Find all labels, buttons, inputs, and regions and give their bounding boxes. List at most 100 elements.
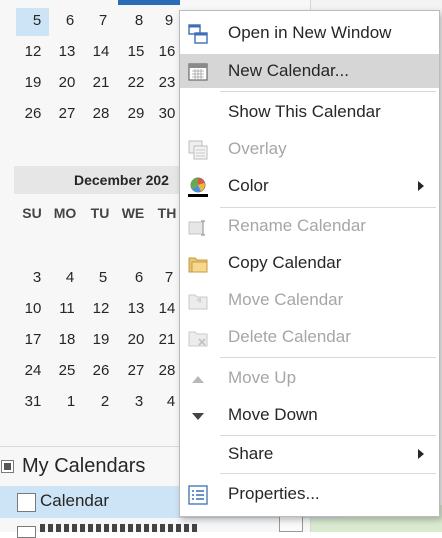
date-cell[interactable]: 6 <box>57 11 83 31</box>
date-cell[interactable]: 27 <box>54 104 80 124</box>
menu-item-label: Show This Calendar <box>228 102 381 121</box>
menu-item-label: Color <box>228 176 269 195</box>
weekday-header: TU <box>90 205 110 221</box>
menu-item-move-calendar[interactable]: Move Calendar <box>180 283 439 317</box>
date-cell[interactable]: 14 <box>154 299 180 319</box>
date-cell[interactable]: 7 <box>90 11 116 31</box>
weekday-header: WE <box>121 205 145 221</box>
date-cell[interactable]: 11 <box>54 299 80 319</box>
date-cell[interactable]: 13 <box>123 299 149 319</box>
date-cell[interactable]: 5 <box>24 11 50 31</box>
date-cell[interactable]: 16 <box>154 42 180 62</box>
menu-item-open-in-new-window[interactable]: Open in New Window <box>180 16 439 50</box>
date-cell[interactable]: 19 <box>20 73 46 93</box>
date-cell[interactable]: 6 <box>126 268 152 288</box>
date-cell[interactable]: 5 <box>90 268 116 288</box>
copy-folder-icon <box>188 257 208 273</box>
menu-item-properties[interactable]: Properties... <box>180 477 439 511</box>
menu-item-share[interactable]: Share <box>180 437 439 471</box>
menu-separator <box>220 91 436 92</box>
date-cell[interactable]: 3 <box>24 268 50 288</box>
submenu-arrow-icon <box>418 181 424 191</box>
menu-separator <box>220 207 436 208</box>
menu-item-label: Move Calendar <box>228 290 344 309</box>
menu-item-copy-calendar[interactable]: Copy Calendar <box>180 246 439 280</box>
collapse-toggle-icon[interactable] <box>1 460 14 473</box>
date-cell[interactable]: 22 <box>123 73 149 93</box>
open-new-window-icon <box>188 24 208 44</box>
date-cell[interactable]: 23 <box>154 73 180 93</box>
date-cell[interactable]: 28 <box>154 361 180 381</box>
date-cell[interactable]: 13 <box>54 42 80 62</box>
date-cell[interactable]: 3 <box>126 392 152 412</box>
date-cell[interactable]: 27 <box>123 361 149 381</box>
menu-item-label: Copy Calendar <box>228 253 342 272</box>
my-calendars-group-title[interactable]: My Calendars <box>22 454 145 478</box>
menu-item-label: Open in New Window <box>228 23 392 42</box>
menu-separator <box>220 473 436 474</box>
calendar-folder-label[interactable]: Calendar <box>40 490 109 512</box>
next-calendar-row-partial[interactable] <box>17 524 317 538</box>
menu-item-move-up[interactable]: Move Up <box>180 361 439 395</box>
date-cell[interactable]: 10 <box>20 299 46 319</box>
date-cell[interactable]: 29 <box>123 104 149 124</box>
rename-icon <box>188 220 205 236</box>
date-cell[interactable]: 20 <box>54 73 80 93</box>
menu-item-overlay[interactable]: Overlay <box>180 132 439 166</box>
color-palette-icon <box>188 177 208 197</box>
date-cell[interactable]: 15 <box>123 42 149 62</box>
date-cell[interactable]: 12 <box>88 299 114 319</box>
menu-item-show-this-calendar[interactable]: Show This Calendar <box>180 95 439 129</box>
menu-item-label: Share <box>228 444 274 463</box>
date-cell[interactable]: 21 <box>154 330 180 350</box>
date-cell[interactable]: 8 <box>126 11 152 31</box>
date-cell[interactable]: 20 <box>123 330 149 350</box>
date-cell[interactable]: 28 <box>88 104 114 124</box>
menu-item-label: Rename Calendar <box>228 216 366 235</box>
menu-item-color[interactable]: Color <box>180 169 439 203</box>
date-cell[interactable]: 30 <box>154 104 180 124</box>
new-calendar-icon <box>188 63 208 81</box>
menu-item-label: Move Up <box>228 368 297 387</box>
date-cell[interactable]: 14 <box>88 42 114 62</box>
date-cell[interactable]: 12 <box>20 42 46 62</box>
date-cell[interactable]: 26 <box>20 104 46 124</box>
weekday-header: SU <box>22 205 42 221</box>
calendar-checkbox[interactable] <box>17 493 36 512</box>
date-cell[interactable]: 4 <box>57 268 83 288</box>
date-cell[interactable]: 31 <box>20 392 46 412</box>
menu-item-label: Delete Calendar <box>228 327 351 346</box>
menu-item-new-calendar[interactable]: New Calendar... <box>180 54 439 88</box>
date-cell[interactable]: 2 <box>92 392 118 412</box>
date-cell[interactable]: 25 <box>54 361 80 381</box>
properties-icon <box>188 485 208 505</box>
submenu-arrow-icon <box>418 449 424 459</box>
menu-item-label: Overlay <box>228 139 287 158</box>
weekday-header: MO <box>53 205 77 221</box>
today-indicator <box>118 0 180 5</box>
weekday-header: TH <box>157 205 177 221</box>
menu-item-label: Move Down <box>228 405 318 424</box>
delete-folder-icon <box>188 331 208 347</box>
menu-item-rename-calendar[interactable]: Rename Calendar <box>180 209 439 243</box>
menu-item-move-down[interactable]: Move Down <box>180 398 439 432</box>
move-folder-icon <box>188 294 208 310</box>
calendar-folder-label-partial <box>40 524 200 532</box>
calendar-context-menu: Open in New Window New Calendar... Show … <box>179 10 440 517</box>
date-cell[interactable]: 21 <box>88 73 114 93</box>
menu-separator <box>220 357 436 358</box>
date-cell[interactable]: 26 <box>88 361 114 381</box>
overlay-icon <box>188 140 208 160</box>
date-cell[interactable]: 24 <box>20 361 46 381</box>
menu-item-label: Properties... <box>228 484 320 503</box>
triangle-down-icon <box>192 413 204 420</box>
menu-item-label: New Calendar... <box>228 61 349 80</box>
date-cell[interactable]: 1 <box>58 392 84 412</box>
menu-separator <box>220 435 436 436</box>
date-cell[interactable]: 17 <box>20 330 46 350</box>
triangle-up-icon <box>192 376 204 383</box>
date-cell[interactable]: 18 <box>54 330 80 350</box>
date-cell[interactable]: 19 <box>88 330 114 350</box>
menu-item-delete-calendar[interactable]: Delete Calendar <box>180 320 439 354</box>
calendar-checkbox[interactable] <box>17 526 36 538</box>
